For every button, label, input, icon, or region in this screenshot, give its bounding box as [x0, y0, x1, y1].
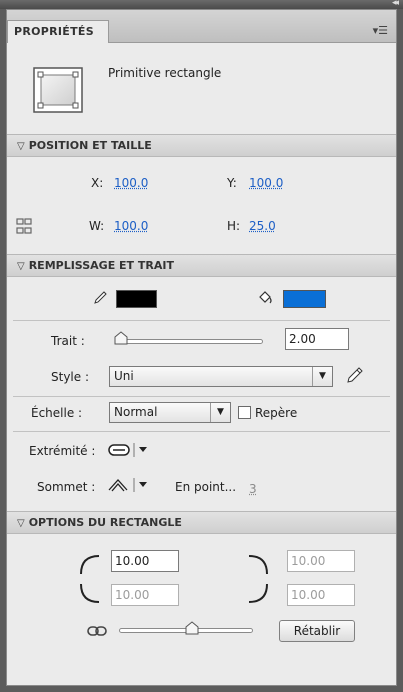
- cap-label: Extrémité :: [29, 444, 96, 458]
- miter-value[interactable]: 3: [249, 482, 257, 496]
- h-value[interactable]: 25.0: [249, 219, 276, 233]
- corner-top-left-icon: [77, 552, 101, 576]
- chevron-down-icon: ▼: [312, 367, 332, 386]
- separator: [13, 320, 390, 321]
- section-header-fill-stroke[interactable]: ▽ REMPLISSAGE ET TRAIT: [7, 254, 396, 277]
- stroke-slider-thumb[interactable]: [114, 331, 128, 345]
- corner-radius-tr-input[interactable]: 10.00: [287, 550, 355, 572]
- y-value[interactable]: 100.0: [249, 176, 283, 190]
- w-value[interactable]: 100.0: [114, 219, 148, 233]
- tab-bar: PROPRIÉTÉS ▾☰: [7, 10, 396, 43]
- join-style-icon[interactable]: [107, 476, 151, 494]
- join-label: Sommet :: [37, 480, 96, 494]
- corner-bottom-left-icon: [77, 582, 101, 606]
- pencil-icon: [93, 291, 107, 305]
- style-select[interactable]: Uni ▼: [109, 366, 333, 387]
- style-label: Style :: [51, 370, 89, 384]
- corner-radius-br-input[interactable]: 10.00: [287, 584, 355, 606]
- stroke-color-fill: [117, 291, 156, 307]
- panel-top-bar: ◂◂: [0, 0, 403, 9]
- cap-style-icon[interactable]: [107, 441, 151, 459]
- miter-label: En point...: [175, 480, 237, 494]
- stroke-slider-track[interactable]: [117, 339, 263, 344]
- h-label: H:: [227, 219, 241, 233]
- edit-stroke-style-pencil-icon[interactable]: [345, 366, 363, 384]
- stroke-width-input[interactable]: 2.00: [285, 328, 349, 350]
- section-header-position[interactable]: ▽ POSITION ET TAILLE: [7, 134, 396, 157]
- rectangle-primitive-icon: [33, 67, 83, 113]
- corner-radius-slider-thumb[interactable]: [185, 621, 199, 635]
- properties-panel: PROPRIÉTÉS ▾☰ Primitive rectangle ▽ POSIT…: [6, 9, 397, 686]
- lock-proportions-icon[interactable]: [15, 218, 33, 234]
- scale-label: Échelle :: [31, 406, 83, 420]
- panel-menu-icon[interactable]: ▾☰: [373, 24, 388, 37]
- object-type-label: Primitive rectangle: [108, 66, 222, 80]
- chevron-down-icon: ▼: [210, 403, 230, 422]
- link-corners-icon[interactable]: [87, 624, 107, 638]
- expand-triangle-icon: ▽: [17, 261, 25, 272]
- hinting-label: Repère: [255, 406, 298, 420]
- reset-button[interactable]: Rétablir: [279, 620, 355, 642]
- x-label: X:: [91, 176, 104, 190]
- fill-color-fill: [284, 291, 325, 307]
- expand-triangle-icon: ▽: [17, 518, 25, 529]
- separator: [13, 431, 390, 432]
- expand-triangle-icon: ▽: [17, 141, 25, 152]
- paint-bucket-icon: [257, 290, 273, 306]
- fill-color-swatch[interactable]: [283, 290, 326, 308]
- corner-radius-tl-input[interactable]: 10.00: [111, 550, 179, 572]
- collapse-panel-icon[interactable]: ◂◂: [392, 0, 399, 8]
- scale-select[interactable]: Normal ▼: [109, 402, 231, 423]
- separator: [13, 396, 390, 397]
- corner-bottom-right-icon: [247, 582, 271, 606]
- w-label: W:: [89, 219, 105, 233]
- stroke-color-swatch[interactable]: [116, 290, 157, 308]
- hinting-checkbox[interactable]: [238, 406, 251, 419]
- x-value[interactable]: 100.0: [114, 176, 148, 190]
- y-label: Y:: [227, 176, 237, 190]
- corner-radius-bl-input[interactable]: 10.00: [111, 584, 179, 606]
- stroke-label: Trait :: [51, 334, 85, 348]
- section-header-rect-options[interactable]: ▽ OPTIONS DU RECTANGLE: [7, 511, 396, 534]
- tab-properties[interactable]: PROPRIÉTÉS: [7, 20, 109, 43]
- corner-top-right-icon: [247, 552, 271, 576]
